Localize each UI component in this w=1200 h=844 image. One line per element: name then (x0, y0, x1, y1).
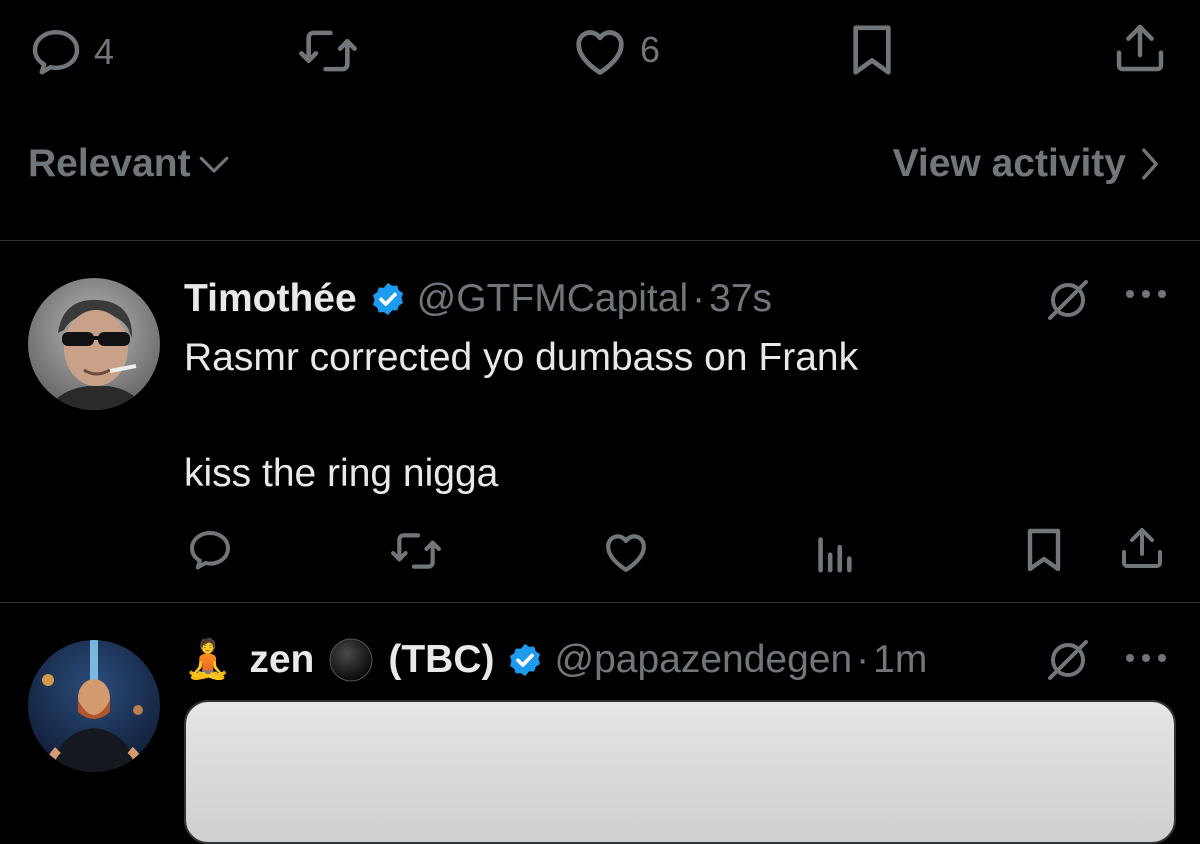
timestamp[interactable]: 37s (709, 277, 772, 321)
replies-sort-row: Relevant View activity (0, 130, 1200, 206)
repost-icon (388, 526, 444, 576)
divider (0, 240, 1200, 241)
views-icon (814, 528, 854, 574)
meditation-emoji: 🧘 (184, 639, 232, 681)
bookmark-button[interactable] (848, 22, 896, 78)
grok-button[interactable] (1044, 276, 1092, 324)
view-activity-label: View activity (892, 142, 1126, 185)
reply-count: 4 (94, 31, 115, 72)
repost-button[interactable] (296, 22, 360, 80)
separator-dot: · (856, 638, 870, 681)
black-circle-emoji (328, 637, 374, 683)
share-button[interactable] (1118, 524, 1166, 572)
sort-dropdown[interactable]: Relevant (28, 142, 231, 186)
reply-icon (28, 24, 84, 80)
post-text-line: kiss the ring nigga (184, 452, 499, 495)
like-button[interactable]: 6 (570, 22, 660, 78)
sort-label: Relevant (28, 142, 191, 185)
repost-button[interactable] (388, 526, 444, 576)
avatar[interactable] (28, 278, 160, 410)
post-header: Timothée @GTFMCapital · 37s (184, 274, 772, 324)
bookmark-icon (848, 22, 896, 78)
display-name-suffix[interactable]: (TBC) (388, 638, 494, 682)
more-icon (1124, 650, 1168, 666)
share-icon (1118, 524, 1166, 572)
grok-icon (1044, 636, 1092, 684)
share-button[interactable] (1112, 20, 1168, 76)
post-text-line: Rasmr corrected yo dumbass on Frank (184, 336, 859, 379)
share-icon (1112, 20, 1168, 76)
like-icon (600, 528, 652, 574)
verified-badge-icon (369, 280, 407, 318)
post-action-bar: 4 6 (0, 0, 1200, 100)
view-activity-link[interactable]: View activity (893, 142, 1160, 186)
separator-dot: · (692, 277, 706, 320)
handle[interactable]: @papazendegen (554, 638, 852, 682)
bookmark-button[interactable] (1024, 526, 1064, 574)
handle[interactable]: @GTFMCapital (417, 277, 688, 321)
more-icon (1124, 286, 1168, 302)
chevron-down-icon (197, 149, 231, 179)
like-button[interactable] (600, 528, 652, 574)
like-count: 6 (640, 29, 661, 70)
post-header: 🧘 zen (TBC) @papazendegen · 1m (184, 634, 927, 686)
more-options-button[interactable] (1124, 286, 1168, 302)
repost-icon (296, 22, 360, 80)
timestamp[interactable]: 1m (873, 638, 927, 682)
reply-icon (186, 526, 234, 574)
display-name[interactable]: zen (249, 638, 314, 682)
chevron-right-icon (1140, 147, 1160, 181)
post-media-image[interactable] (184, 700, 1176, 844)
avatar[interactable] (28, 640, 160, 772)
display-name[interactable]: Timothée (184, 277, 357, 321)
grok-button[interactable] (1044, 636, 1092, 684)
views-button[interactable] (814, 528, 854, 574)
bookmark-icon (1024, 526, 1064, 574)
reply-button[interactable]: 4 (28, 24, 114, 80)
reply-button[interactable] (186, 526, 234, 574)
grok-icon (1044, 276, 1092, 324)
like-icon (570, 22, 630, 78)
verified-badge-icon (506, 641, 544, 679)
divider (0, 602, 1200, 603)
more-options-button[interactable] (1124, 650, 1168, 666)
